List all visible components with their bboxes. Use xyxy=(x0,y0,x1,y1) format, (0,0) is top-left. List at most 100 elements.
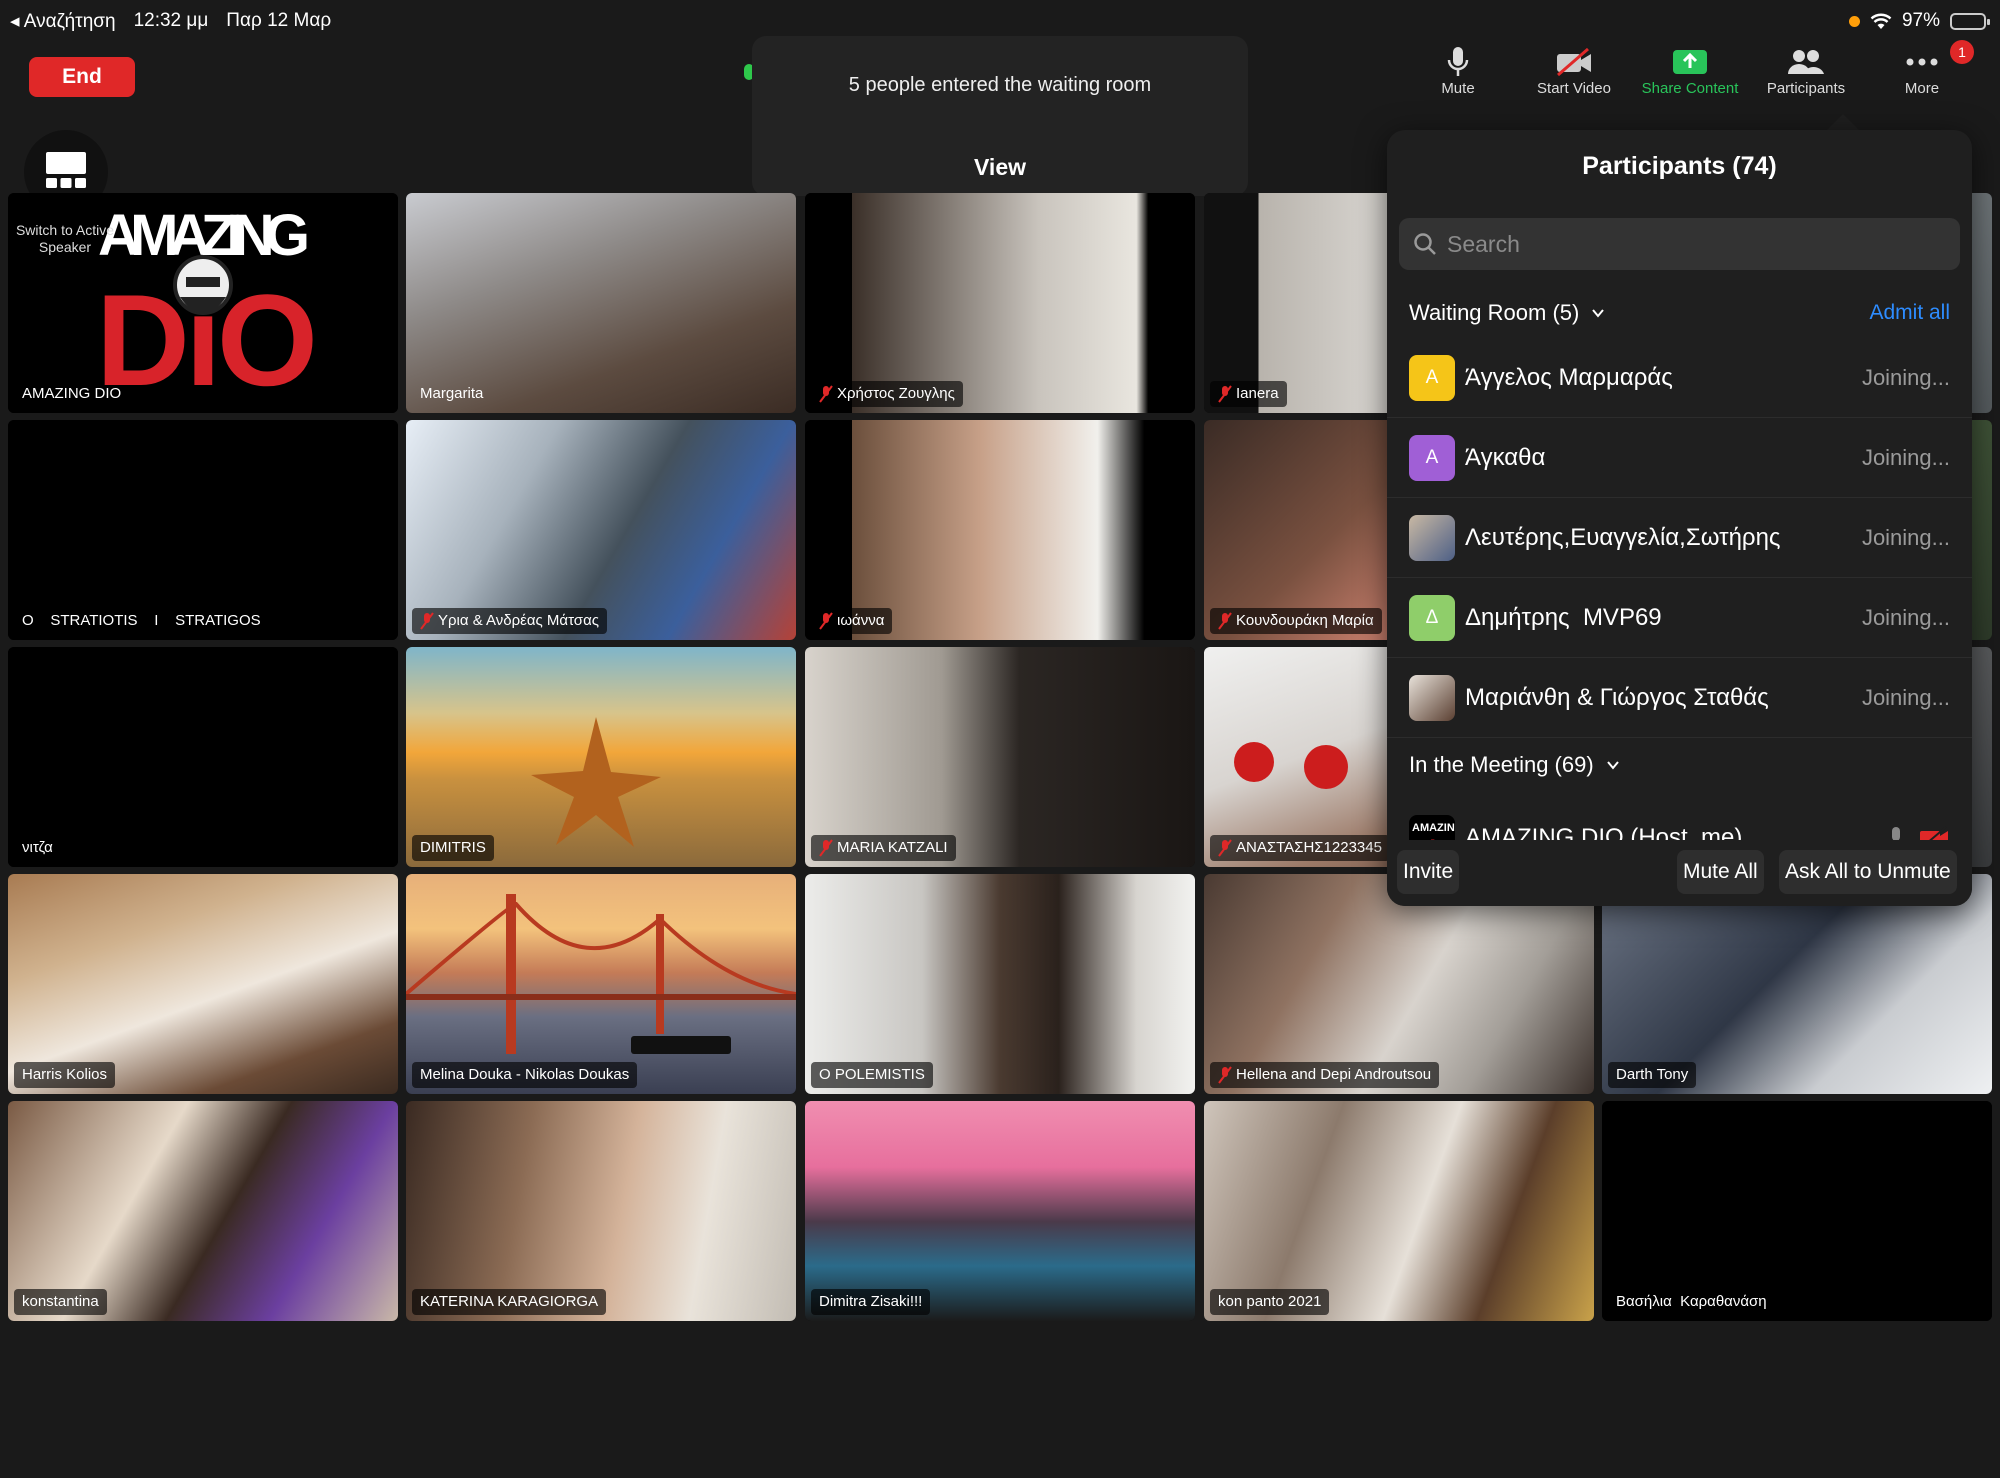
tile-name: O POLEMISTIS xyxy=(819,1066,925,1083)
tile-name: kon panto 2021 xyxy=(1218,1293,1322,1310)
back-to-search-link[interactable]: ◂ Αναζήτηση xyxy=(10,10,116,33)
switch-view-label: Switch to Active Speaker xyxy=(15,222,115,255)
video-tile[interactable]: ιωάννα xyxy=(805,420,1195,640)
participant-name: Άγγελος Μαρμαράς xyxy=(1465,363,1673,391)
participants-panel: Participants (74) Waiting Room (5) Admit… xyxy=(1387,130,1972,906)
video-tile[interactable]: kon panto 2021 xyxy=(1204,1101,1594,1321)
invite-button[interactable]: Invite xyxy=(1397,850,1460,894)
video-tile[interactable]: O POLEMISTIS xyxy=(805,874,1195,1094)
tile-name: Dimitra Zisaki!!! xyxy=(819,1293,923,1310)
participant-name: Λευτέρης,Ευαγγελία,Σωτήρης xyxy=(1465,523,1781,551)
tile-name-container: O POLEMISTIS xyxy=(811,1062,933,1088)
video-tile[interactable]: νιτζα xyxy=(8,647,398,867)
mute-all-button[interactable]: Mute All xyxy=(1677,850,1764,894)
meeting-toolbar: Mute Start Video Share Content Participa… xyxy=(1400,40,1980,106)
waiting-participant-row[interactable]: Λευτέρης,Ευαγγελία,Σωτήρης Joining... xyxy=(1387,498,1972,578)
waiting-room-toast: 5 people entered the waiting room View xyxy=(752,36,1248,196)
tile-name: konstantina xyxy=(22,1293,99,1310)
video-tile[interactable]: Harris Kolios xyxy=(8,874,398,1094)
avatar-photo xyxy=(1409,674,1455,721)
toast-view-button[interactable]: View xyxy=(752,154,1248,181)
waiting-room-header[interactable]: Waiting Room (5) Admit all xyxy=(1387,288,1972,338)
video-tile[interactable]: Βασήλια Καραθανάση xyxy=(1602,1101,1992,1321)
tile-name: Margarita xyxy=(420,385,484,402)
more-button[interactable]: More 1 xyxy=(1864,40,1980,106)
tile-name: ιωάννα xyxy=(837,612,885,629)
tile-name: Κουνδουράκη Μαρία xyxy=(1236,612,1374,629)
golden-gate-bridge-image xyxy=(406,894,796,1054)
end-meeting-button[interactable]: End xyxy=(29,57,135,97)
waiting-participant-row[interactable]: Α Άγκαθα Joining... xyxy=(1387,418,1972,498)
avatar: Α xyxy=(1409,354,1455,401)
search-input[interactable] xyxy=(1447,230,1927,258)
tile-name: Darth Tony xyxy=(1616,1066,1689,1083)
tile-name: ΑΝΑΣΤΑΣΗΣ1223345 xyxy=(1236,839,1382,856)
tile-name-container: ιωάννα xyxy=(811,608,893,634)
video-tile[interactable]: Margarita xyxy=(406,193,796,413)
wifi-icon xyxy=(1870,13,1892,29)
video-tile[interactable]: O STRATIOTIS I STRATIGOS xyxy=(8,420,398,640)
status-bar: ◂ Αναζήτηση 12:32 μμ Παρ 12 Μαρ 97% xyxy=(0,0,2000,40)
toast-message: 5 people entered the waiting room xyxy=(848,74,1152,96)
chevron-down-icon xyxy=(1592,309,1605,318)
tile-name: MARIA KATZALI xyxy=(837,839,948,856)
starfish-image xyxy=(531,717,661,847)
battery-percent: 97% xyxy=(1901,10,1940,31)
video-tile[interactable]: KATERINA KARAGIORGA xyxy=(406,1101,796,1321)
participant-name: Μαριάνθη & Γιώργος Σταθάς xyxy=(1465,683,1769,711)
tile-name-container: Κουνδουράκη Μαρία xyxy=(1210,608,1382,634)
waiting-participant-row[interactable]: Μαριάνθη & Γιώργος Σταθάς Joining... xyxy=(1387,658,1972,738)
search-field[interactable] xyxy=(1399,218,1960,270)
start-video-button[interactable]: Start Video xyxy=(1516,44,1632,106)
waiting-participant-row[interactable]: Δ Δημήτρης MVP69 Joining... xyxy=(1387,578,1972,658)
battery-icon xyxy=(1950,12,1990,30)
avatar: Α xyxy=(1409,434,1455,481)
share-content-button[interactable]: Share Content xyxy=(1632,44,1748,106)
tile-name-container: Melina Douka - Nikolas Doukas xyxy=(412,1062,638,1088)
ask-all-to-unmute-button[interactable]: Ask All to Unmute xyxy=(1779,850,1957,894)
video-tile[interactable]: Hellena and Depi Androutsou xyxy=(1204,874,1594,1094)
participant-status: Joining... xyxy=(1861,524,1950,550)
participants-icon xyxy=(1788,50,1824,74)
video-tile[interactable]: MARIA KATZALI xyxy=(805,647,1195,867)
tile-name-container: Darth Tony xyxy=(1608,1062,1697,1088)
mic-muted-icon xyxy=(420,612,434,630)
waiting-participant-row[interactable]: Α Άγγελος Μαρμαράς Joining... xyxy=(1387,338,1972,418)
mic-muted-icon xyxy=(1218,1066,1232,1084)
video-tile[interactable]: Υρια & Ανδρέας Μάτσας xyxy=(406,420,796,640)
more-label: More xyxy=(1904,80,1940,97)
tile-name-container: Dimitra Zisaki!!! xyxy=(811,1289,931,1315)
video-tile[interactable]: Dimitra Zisaki!!! xyxy=(805,1101,1195,1321)
microphone-icon xyxy=(1447,47,1469,76)
video-tile[interactable]: DIMITRIS xyxy=(406,647,796,867)
mic-muted-icon xyxy=(819,385,833,403)
video-tile[interactable]: Melina Douka - Nikolas Doukas xyxy=(406,874,796,1094)
tile-name-container: konstantina xyxy=(14,1289,107,1315)
panel-title: Participants (74) xyxy=(1582,152,1777,180)
mic-muted-icon xyxy=(819,839,833,857)
video-tile[interactable]: Darth Tony xyxy=(1602,874,1992,1094)
tile-name-container: Ianera xyxy=(1210,381,1287,407)
admit-all-button[interactable]: Admit all xyxy=(1869,301,1950,325)
video-tile[interactable]: Χρήστος Ζουγλης xyxy=(805,193,1195,413)
participant-name: Δημήτρης MVP69 xyxy=(1465,603,1662,631)
in-meeting-header[interactable]: In the Meeting (69) xyxy=(1387,740,1972,790)
mic-in-use-indicator-icon xyxy=(1848,15,1860,27)
participant-status: Joining... xyxy=(1861,684,1950,710)
status-time: 12:32 μμ xyxy=(133,10,209,31)
tile-name: AMAZING DIO xyxy=(22,385,122,402)
video-tile[interactable]: konstantina xyxy=(8,1101,398,1321)
tile-name: KATERINA KARAGIORGA xyxy=(420,1293,599,1310)
participants-button[interactable]: Participants xyxy=(1748,44,1864,106)
mic-muted-icon xyxy=(819,612,833,630)
tile-name: Χρήστος Ζουγλης xyxy=(837,385,955,402)
participant-status: Joining... xyxy=(1861,604,1950,630)
mute-button[interactable]: Mute xyxy=(1400,44,1516,106)
tile-name-container: Hellena and Depi Androutsou xyxy=(1210,1062,1440,1088)
tile-name-container: kon panto 2021 xyxy=(1210,1289,1330,1315)
chevron-down-icon xyxy=(1606,761,1619,770)
participant-status: Joining... xyxy=(1861,444,1950,470)
tile-name: Ianera xyxy=(1236,385,1279,402)
in-meeting-title: In the Meeting (69) xyxy=(1409,752,1594,777)
panel-footer: Invite Mute All Ask All to Unmute xyxy=(1387,840,1972,906)
